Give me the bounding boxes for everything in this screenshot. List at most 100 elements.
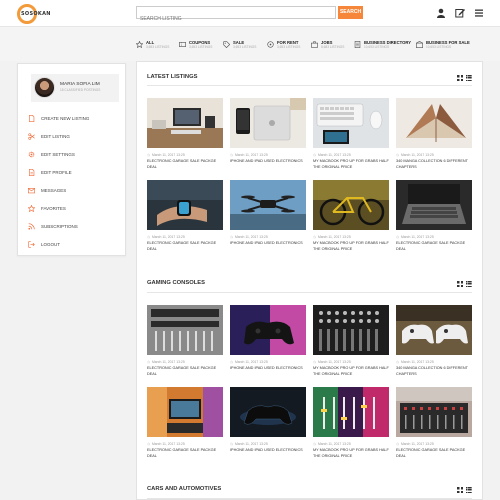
category-bar: ALL 3,653 LISTINGS COUPONS 3,653 LISTING… [0,27,500,61]
listing-card[interactable]: March 11, 2017 13:25 340 MANGA COLLECTIO… [396,305,472,385]
user-icon[interactable] [436,8,446,18]
listing-image-mixer-bw[interactable] [313,305,389,355]
listings-panel: LATEST LISTINGS March 11, 2017 13:25 ELE… [136,61,483,500]
listing-date: March 11, 2017 13:25 [313,235,351,239]
listing-title[interactable]: 340 MANGA COLLECTION 6 DIFFERENT CHAPTER… [396,366,472,377]
listing-date: March 11, 2017 13:25 [230,153,268,157]
section-title-latest-listings: LATEST LISTINGS [147,74,198,80]
category-count: 3,653 LISTINGS [277,45,301,49]
list-view-icon[interactable] [466,75,472,81]
listing-title[interactable]: MY MACBOOK PRO UP FOR GRABS HALF THE ORI… [313,241,389,252]
logo[interactable]: SOSOKAN [17,4,50,26]
listing-card[interactable]: March 11, 2017 13:25 MY MACBOOK PRO UP F… [313,387,389,467]
grid-view-icon[interactable] [457,75,463,81]
category-count: 3,653 LISTINGS [233,45,257,49]
listing-card[interactable]: March 11, 2017 13:25 ELECTRONIC GARAGE S… [147,305,223,385]
listing-card[interactable]: March 11, 2017 13:25 IPHONE AND IPAD USE… [230,387,306,467]
search-button[interactable]: SEARCH [338,6,363,19]
listing-card[interactable]: March 11, 2017 13:25 ELECTRONIC GARAGE S… [147,98,223,178]
menu-label: MESSAGES [41,188,67,193]
listing-card[interactable]: March 11, 2017 13:25 IPHONE AND IPAD USE… [230,305,306,385]
listing-title[interactable]: IPHONE AND IPAD USED ELECTRONICS [230,366,306,372]
listing-title[interactable]: IPHONE AND IPAD USED ELECTRONICS [230,241,306,247]
category-count: 10,653 LISTINGS [364,45,390,49]
list-view-icon[interactable] [466,281,472,287]
listing-date: March 11, 2017 13:25 [396,442,434,446]
listing-card[interactable]: March 11, 2017 13:25 ELECTRONIC GARAGE S… [396,387,472,467]
profile-card[interactable]: MARIA SOFIA LIM 18 CLASSIFIED POSTINGS [31,74,119,102]
listing-title[interactable]: ELECTRONIC GARAGE SALE PACKGE DEAL [396,448,472,459]
menu-item-edit-profile[interactable]: EDIT PROFILE [28,167,118,179]
listing-date: March 11, 2017 13:25 [396,360,434,364]
listing-date: March 11, 2017 13:25 [147,235,185,239]
menu-label: SUBSCRIPTIONS [41,224,78,229]
business-icon [416,41,423,48]
listing-title[interactable]: ELECTRONIC GARAGE SALE PACKGE DEAL [396,241,472,252]
menu-item-messages[interactable]: MESSAGES [28,185,118,197]
menu-item-edit-settings[interactable]: EDIT SETTINGS [28,149,118,161]
listing-image-bike[interactable] [313,180,389,230]
category-count: 3,653 LISTINGS [189,45,213,49]
listing-date: March 11, 2017 13:25 [147,360,185,364]
listing-image-desk-setup[interactable] [147,98,223,148]
directory-icon [354,41,361,48]
listing-card[interactable]: March 11, 2017 13:25 MY MACBOOK PRO UP F… [313,180,389,260]
briefcase-icon [311,41,318,48]
edit-icon[interactable] [455,8,465,18]
category-count: 3,653 LISTINGS [146,45,170,49]
listing-image-drone[interactable] [230,180,306,230]
menu-item-create-listing[interactable]: CREATE NEW LISTING [28,113,118,125]
listing-title[interactable]: 340 MANGA COLLECTION 6 DIFFERENT CHAPTER… [396,159,472,170]
listing-card[interactable]: March 11, 2017 13:25 IPHONE AND IPAD USE… [230,98,306,178]
listing-image-dark-controller[interactable] [230,387,306,437]
search-input[interactable] [137,13,335,25]
listing-image-iphone-ipad[interactable] [230,98,306,148]
listing-title[interactable]: IPHONE AND IPAD USED ELECTRONICS [230,448,306,454]
listing-image-tv-room[interactable] [147,387,223,437]
listing-date: March 11, 2017 13:25 [147,153,185,157]
listing-card[interactable]: March 11, 2017 13:25 MY MACBOOK PRO UP F… [313,98,389,178]
listing-card[interactable]: March 11, 2017 13:25 340 MANGA COLLECTIO… [396,98,472,178]
listing-title[interactable]: MY MACBOOK PRO UP FOR GRABS HALF THE ORI… [313,448,389,459]
listing-image-colorful-mixer[interactable] [313,387,389,437]
listing-title[interactable]: ELECTRONIC GARAGE SALE PACKGE DEAL [147,366,223,377]
listing-image-mixer[interactable] [147,305,223,355]
rss-icon [28,223,35,230]
listing-card[interactable]: March 11, 2017 13:25 MY MACBOOK PRO UP F… [313,305,389,385]
listing-title[interactable]: ELECTRONIC GARAGE SALE PACKGE DEAL [147,241,223,252]
section-divider [147,85,472,86]
menu-item-favorites[interactable]: FAVORITES [28,203,118,215]
section-divider [147,292,472,293]
list-view-icon[interactable] [466,487,472,493]
menu-item-edit-listing[interactable]: EDIT LISTING [28,131,118,143]
menu-label: EDIT PROFILE [41,170,72,175]
menu-item-logout[interactable]: LOGOUT [28,239,118,251]
listing-title[interactable]: ELECTRONIC GARAGE SALE PACKGE DEAL [147,448,223,459]
listing-date: March 11, 2017 13:25 [230,360,268,364]
profile-name: MARIA SOFIA LIM [60,82,100,87]
listing-card[interactable]: March 11, 2017 13:25 ELECTRONIC GARAGE S… [147,180,223,260]
menu-item-subscriptions[interactable]: SUBSCRIPTIONS [28,221,118,233]
listing-title[interactable]: MY MACBOOK PRO UP FOR GRABS HALF THE ORI… [313,366,389,377]
listing-date: March 11, 2017 13:25 [230,235,268,239]
envelope-icon [28,188,35,194]
listing-image-laptop[interactable] [396,180,472,230]
listing-date: March 11, 2017 13:25 [230,442,268,446]
listing-image-xbox-controllers[interactable] [396,305,472,355]
grid-view-icon[interactable] [457,281,463,287]
menu-icon[interactable] [474,8,484,18]
listing-image-keyboard-mouse[interactable] [313,98,389,148]
listing-image-book[interactable] [396,98,472,148]
top-header: SOSOKAN SEARCH [0,0,500,27]
logo-text: SOSOKAN [21,11,51,17]
listing-card[interactable]: March 11, 2017 13:25 ELECTRONIC GARAGE S… [147,387,223,467]
listing-title[interactable]: ELECTRONIC GARAGE SALE PACKGE DEAL [147,159,223,170]
listing-title[interactable]: MY MACBOOK PRO UP FOR GRABS HALF THE ORI… [313,159,389,170]
listing-title[interactable]: IPHONE AND IPAD USED ELECTRONICS [230,159,306,165]
grid-view-icon[interactable] [457,487,463,493]
listing-card[interactable]: March 11, 2017 13:25 ELECTRONIC GARAGE S… [396,180,472,260]
listing-image-watch[interactable] [147,180,223,230]
listing-image-gamepad[interactable] [230,305,306,355]
listing-image-soundboard[interactable] [396,387,472,437]
listing-card[interactable]: March 11, 2017 13:25 IPHONE AND IPAD USE… [230,180,306,260]
